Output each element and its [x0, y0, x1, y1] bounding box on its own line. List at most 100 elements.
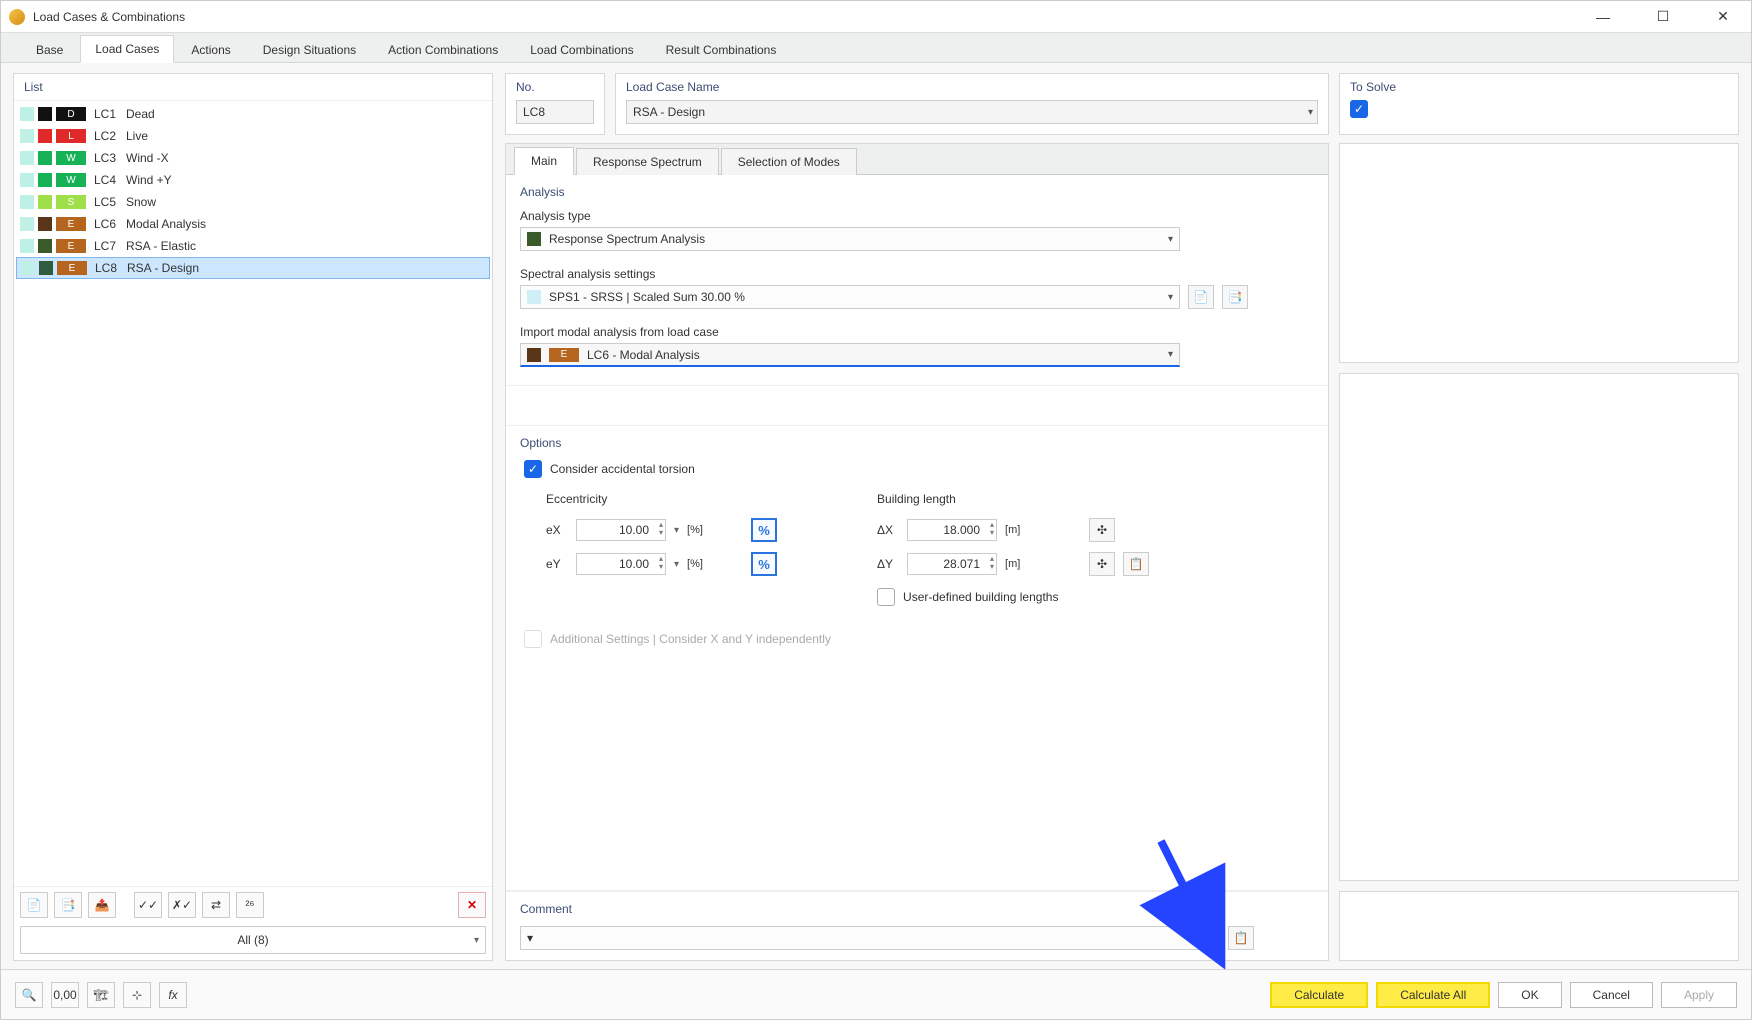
list-swatch-b [38, 195, 52, 209]
tab-design-situations[interactable]: Design Situations [248, 36, 371, 63]
close-button[interactable]: ✕ [1703, 3, 1743, 31]
dy-label: ΔY [877, 557, 899, 571]
list-swatch-b [38, 239, 52, 253]
list-name: RSA - Design [127, 261, 485, 275]
list-item[interactable]: DLC1Dead [16, 103, 490, 125]
list-swatch-b [38, 151, 52, 165]
list-code: LC8 [91, 261, 123, 275]
list-item[interactable]: ELC8RSA - Design [16, 257, 490, 279]
import-value: LC6 - Modal Analysis [587, 348, 700, 362]
chevron-down-icon: ▾ [1308, 107, 1313, 118]
calculate-all-button[interactable]: Calculate All [1376, 982, 1490, 1008]
ex-percent-button[interactable]: % [751, 518, 777, 542]
list-item[interactable]: SLC5Snow [16, 191, 490, 213]
list-item[interactable]: ELC6Modal Analysis [16, 213, 490, 235]
list-badge: W [56, 151, 86, 165]
tab-load-combinations[interactable]: Load Combinations [515, 36, 648, 63]
transfer-button[interactable]: 📤 [88, 892, 116, 918]
list-name: Modal Analysis [126, 217, 486, 231]
list-name: Dead [126, 107, 486, 121]
copy-item-button[interactable]: 📑 [54, 892, 82, 918]
check-all-button[interactable]: ✓✓ [134, 892, 162, 918]
name-field[interactable]: RSA - Design ▾ [626, 100, 1318, 124]
eccentricity-title: Eccentricity [546, 492, 777, 506]
calculate-button[interactable]: Calculate [1270, 982, 1368, 1008]
list-item[interactable]: WLC4Wind +Y [16, 169, 490, 191]
solve-title: To Solve [1350, 80, 1728, 94]
spectral-value: SPS1 - SRSS | Scaled Sum 30.00 % [549, 290, 745, 304]
list-item[interactable]: LLC2Live [16, 125, 490, 147]
dx-input[interactable]: 18.000 ▴▾ [907, 519, 997, 541]
ey-percent-button[interactable]: % [751, 552, 777, 576]
tab-base[interactable]: Base [21, 36, 78, 63]
tab-action-combinations[interactable]: Action Combinations [373, 36, 513, 63]
minimize-button[interactable]: — [1583, 3, 1623, 31]
swap-button[interactable]: ⇄ [202, 892, 230, 918]
subtab-main[interactable]: Main [514, 147, 574, 175]
analysis-type-swatch [527, 232, 541, 246]
dy-copy-button[interactable]: 📋 [1123, 552, 1149, 576]
import-label: Import modal analysis from load case [520, 325, 1314, 339]
ey-value: 10.00 [619, 557, 649, 571]
dy-unit: [m] [1005, 558, 1033, 570]
ey-input[interactable]: 10.00 ▴▾ [576, 553, 666, 575]
import-modal-dropdown[interactable]: E LC6 - Modal Analysis ▾ [520, 343, 1180, 367]
search-icon-button[interactable]: 🔍 [15, 982, 43, 1008]
list-badge: S [56, 195, 86, 209]
list-badge: W [56, 173, 86, 187]
list-swatch-b [38, 107, 52, 121]
consider-torsion-checkbox[interactable]: ✓ [524, 460, 542, 478]
delete-button[interactable]: ✕ [458, 892, 486, 918]
spectral-settings-dropdown[interactable]: SPS1 - SRSS | Scaled Sum 30.00 % ▾ [520, 285, 1180, 309]
structure-icon-button[interactable]: 🏗 [87, 982, 115, 1008]
to-solve-checkbox[interactable]: ✓ [1350, 100, 1368, 118]
decimal-icon-button[interactable]: 0,00 [51, 982, 79, 1008]
apply-button[interactable]: Apply [1661, 982, 1737, 1008]
list-name: Wind +Y [126, 173, 486, 187]
list-code: LC5 [90, 195, 122, 209]
list-swatch-a [20, 195, 34, 209]
no-field[interactable]: LC8 [516, 100, 594, 124]
list-filter-dropdown[interactable]: All (8) ▾ [20, 926, 486, 954]
tab-actions[interactable]: Actions [176, 36, 245, 63]
consider-torsion-label: Consider accidental torsion [550, 462, 695, 476]
ex-input[interactable]: 10.00 ▴▾ [576, 519, 666, 541]
tab-load-cases[interactable]: Load Cases [80, 35, 174, 63]
cancel-button[interactable]: Cancel [1570, 982, 1653, 1008]
renumber-button[interactable]: ²⁶ [236, 892, 264, 918]
dx-label: ΔX [877, 523, 899, 537]
userdef-lengths-checkbox[interactable]: ✓ [877, 588, 895, 606]
dy-input[interactable]: 28.071 ▴▾ [907, 553, 997, 575]
list-item[interactable]: ELC7RSA - Elastic [16, 235, 490, 257]
dy-measure-button[interactable]: ✣ [1089, 552, 1115, 576]
list-item[interactable]: WLC3Wind -X [16, 147, 490, 169]
node-icon-button[interactable]: ⊹ [123, 982, 151, 1008]
list-filter-value: All (8) [237, 933, 268, 947]
new-item-button[interactable]: 📄 [20, 892, 48, 918]
additional-settings-label: Additional Settings | Consider X and Y i… [550, 632, 831, 646]
list-toolbar: 📄 📑 📤 ✓✓ ✗✓ ⇄ ²⁶ ✕ [14, 886, 492, 922]
chevron-down-icon: ▾ [1168, 349, 1173, 360]
subtab-response-spectrum[interactable]: Response Spectrum [576, 148, 719, 175]
dx-unit: [m] [1005, 524, 1033, 536]
comment-field[interactable]: ▾ [520, 926, 1220, 950]
side-box-3 [1339, 891, 1739, 961]
dx-measure-button[interactable]: ✣ [1089, 518, 1115, 542]
spectral-edit-button[interactable]: 📑 [1222, 285, 1248, 309]
list-code: LC1 [90, 107, 122, 121]
top-tabs: Base Load Cases Actions Design Situation… [1, 33, 1751, 63]
uncheck-all-button[interactable]: ✗✓ [168, 892, 196, 918]
maximize-button[interactable]: ☐ [1643, 3, 1683, 31]
analysis-type-value: Response Spectrum Analysis [549, 232, 705, 246]
no-value: LC8 [523, 105, 545, 119]
tab-result-combinations[interactable]: Result Combinations [651, 36, 792, 63]
fx-icon-button[interactable]: fx [159, 982, 187, 1008]
analysis-type-dropdown[interactable]: Response Spectrum Analysis ▾ [520, 227, 1180, 251]
subtab-selection-of-modes[interactable]: Selection of Modes [721, 148, 857, 175]
ok-button[interactable]: OK [1498, 982, 1561, 1008]
options-title: Options [520, 436, 1314, 450]
side-box-1 [1339, 143, 1739, 363]
list-badge: E [56, 217, 86, 231]
additional-settings-checkbox: ✓ [524, 630, 542, 648]
spectral-new-button[interactable]: 📄 [1188, 285, 1214, 309]
